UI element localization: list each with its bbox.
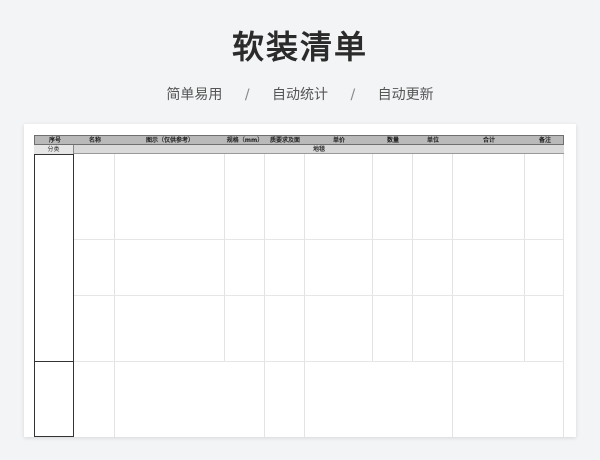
merged-category-cell: [34, 361, 74, 437]
col-header-unit-price: 单价: [332, 137, 345, 144]
grid-line: [74, 295, 564, 296]
col-header-illustration: 图示（仅供参考）: [145, 137, 194, 144]
col-header-index: 序号: [48, 137, 61, 144]
separator: /: [350, 87, 356, 103]
page-title: 软装清单: [231, 28, 368, 66]
col-header-spec: 规格（mm）: [226, 137, 264, 144]
feature-tagline: 简单易用 / 自动统计 / 自动更新: [0, 84, 600, 104]
category-label: 分类: [34, 145, 74, 154]
area-label: 地毯: [312, 146, 325, 153]
category-row: 分类 地毯: [34, 145, 564, 154]
col-header-material: 质要求及面: [269, 137, 300, 144]
grid-line: [372, 154, 373, 361]
table-body: [34, 154, 564, 437]
col-header-quantity: 数量: [386, 137, 399, 144]
feature-easy: 简单易用: [166, 87, 223, 103]
table-header-row: 序号 名称 图示（仅供参考） 规格（mm） 质要求及面 单价 数量 单位 合计 …: [34, 135, 564, 145]
col-header-unit: 单位: [426, 137, 439, 144]
grid-line: [74, 361, 564, 362]
merged-category-cell: [34, 154, 74, 362]
grid-line: [412, 154, 413, 361]
col-header-name: 名称: [88, 137, 101, 144]
grid-line: [74, 239, 564, 240]
feature-auto-update: 自动更新: [377, 87, 434, 103]
col-header-notes: 备注: [538, 137, 551, 144]
feature-auto-stats: 自动统计: [272, 87, 328, 103]
separator: /: [244, 87, 250, 103]
col-header-total: 合计: [482, 137, 495, 144]
spreadsheet-preview: 序号 名称 图示（仅供参考） 规格（mm） 质要求及面 单价 数量 单位 合计 …: [24, 124, 576, 437]
grid-line: [224, 154, 225, 361]
grid-line: [524, 154, 525, 361]
